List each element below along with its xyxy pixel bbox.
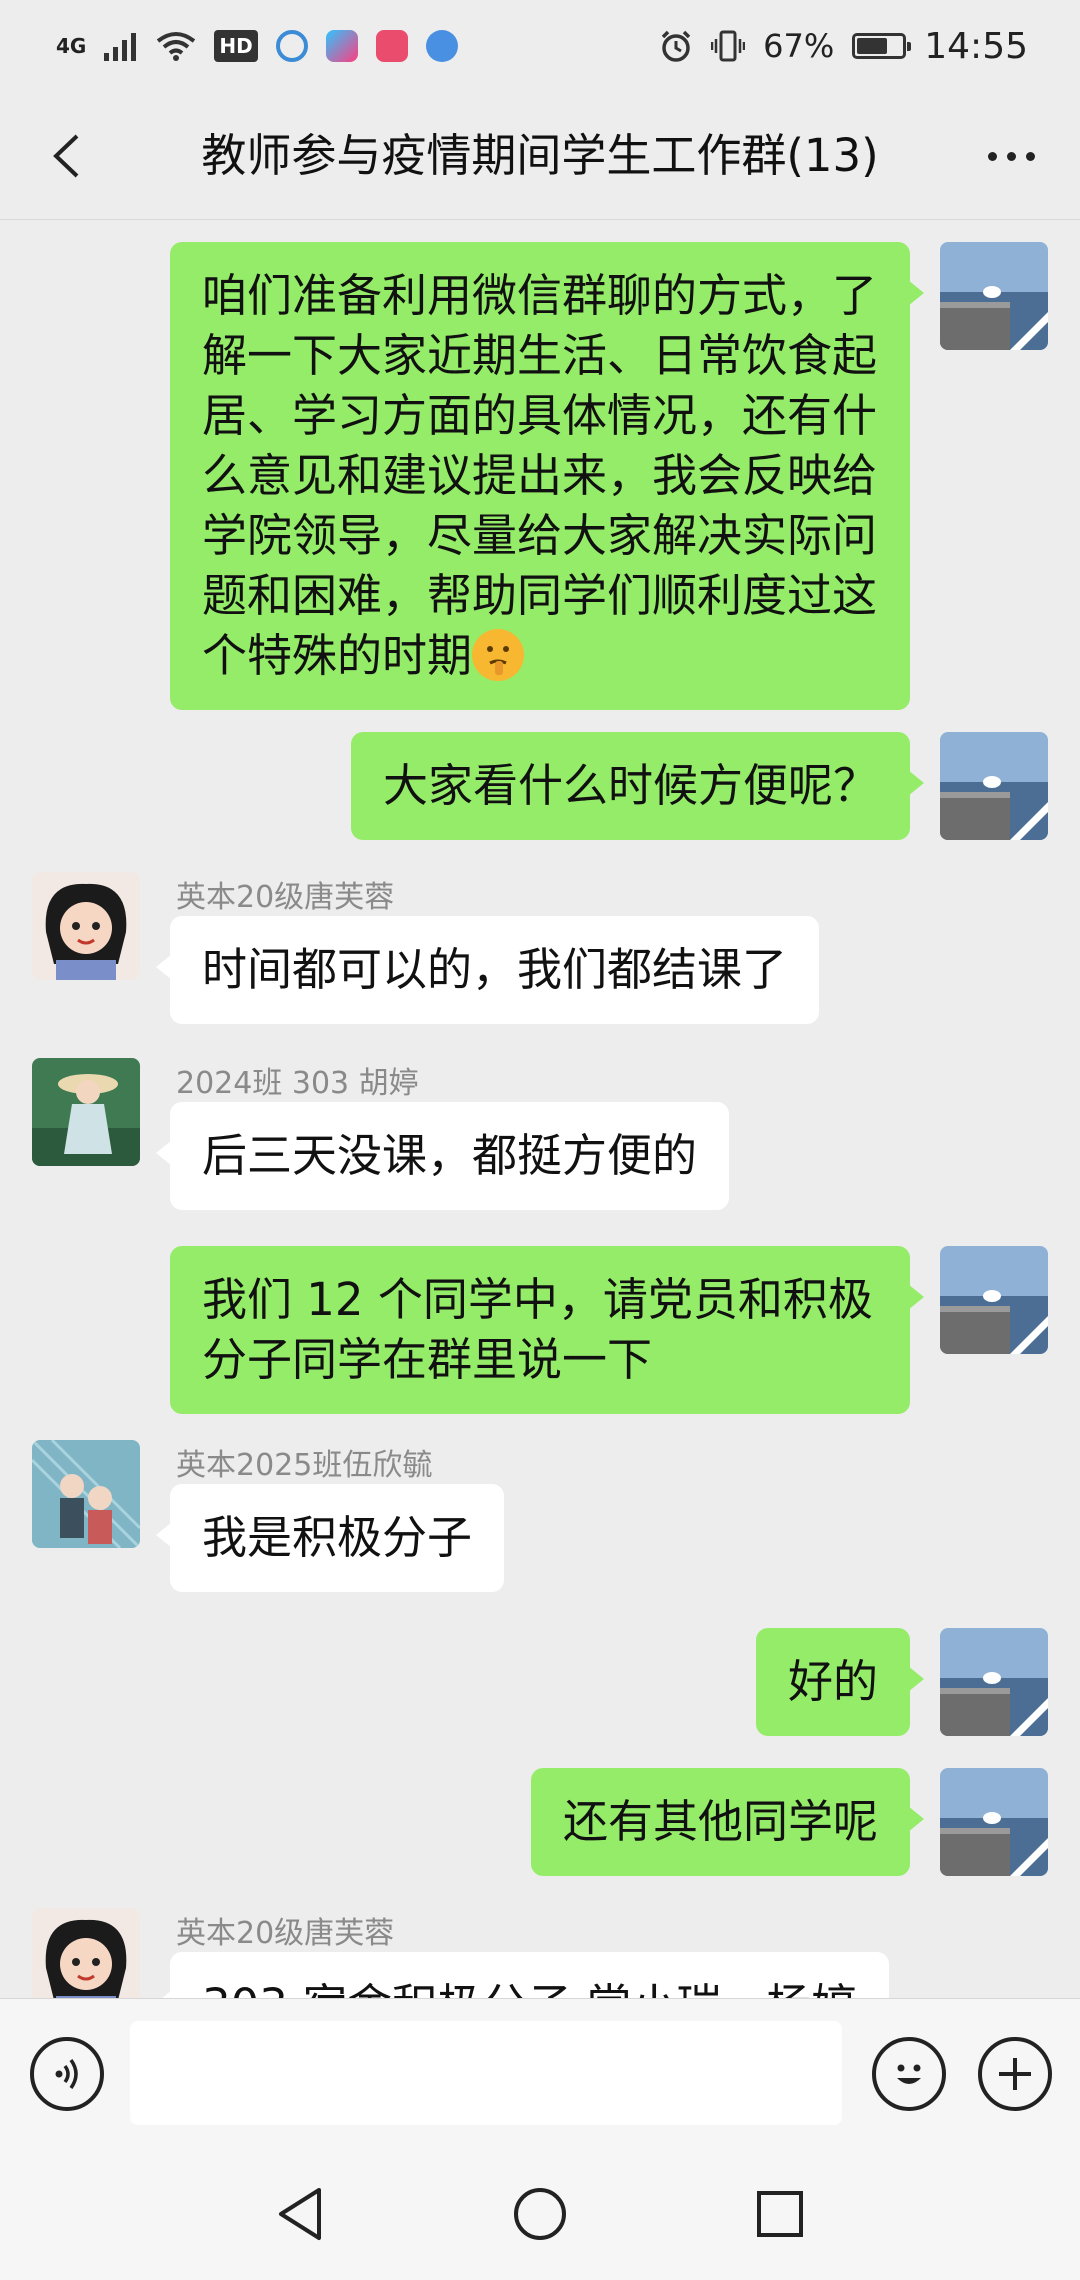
- network-type: 4G: [56, 34, 87, 58]
- battery-percent: 67%: [763, 27, 835, 65]
- more-horizontal-icon: [987, 151, 997, 161]
- nav-back-button[interactable]: [268, 2182, 332, 2246]
- message-bubble[interactable]: 时间都可以的，我们都结课了: [155, 916, 820, 1024]
- message-text: 还有其他同学呢: [562, 1795, 878, 1848]
- message-text: 我是积极分子: [202, 1511, 473, 1564]
- sender-name: 2024班 303 胡婷: [176, 1066, 419, 1101]
- message-text: 大家看什么时候方便呢？: [382, 759, 878, 812]
- chevron-left-icon: [53, 134, 79, 178]
- message-bubble[interactable]: 后三天没课，都挺方便的: [155, 1102, 730, 1210]
- title-bar: 教师参与疫情期间学生工作群(13): [0, 92, 1080, 220]
- message-text: 我们 12 个同学中，请党员和积极分子同学在群里说一下: [202, 1273, 873, 1386]
- system-nav-bar: [0, 2148, 1080, 2280]
- sender-name: 英本2025班伍欣毓: [176, 1448, 433, 1483]
- message-text: 咱们准备利用微信群聊的方式，了解一下大家近期生活、日常饮食起居、学习方面的具体情…: [202, 269, 878, 682]
- sender-avatar[interactable]: [32, 1058, 140, 1166]
- sender-avatar[interactable]: [32, 1440, 140, 1548]
- alarm-icon: [661, 30, 691, 62]
- status-bar: 4G HD 67% 14:55: [0, 0, 1080, 92]
- plus-icon: [999, 2058, 1031, 2090]
- message-bubble[interactable]: 我是积极分子: [155, 1484, 505, 1592]
- message-text: 303 宿舍积极分子 常小瑞、杨婷: [202, 1979, 857, 1998]
- input-bar: [0, 1998, 1080, 2148]
- battery-icon: [852, 33, 912, 59]
- my-avatar[interactable]: [940, 1768, 1048, 1876]
- message-bubble[interactable]: 303 宿舍积极分子 常小瑞、杨婷: [156, 1952, 889, 1998]
- nav-recent-button[interactable]: [748, 2182, 812, 2246]
- square-recent-icon: [757, 2191, 803, 2237]
- message-list[interactable]: 咱们准备利用微信群聊的方式，了解一下大家近期生活、日常饮食起居、学习方面的具体情…: [0, 220, 1080, 1998]
- message-text: 后三天没课，都挺方便的: [202, 1129, 698, 1182]
- message-bubble[interactable]: 我们 12 个同学中，请党员和积极分子同学在群里说一下: [170, 1246, 924, 1414]
- signal-icon: [104, 33, 137, 61]
- message-bubble[interactable]: 大家看什么时候方便呢？: [350, 732, 925, 840]
- battery-fill: [857, 38, 887, 54]
- sender-name: 英本20级唐芙蓉: [176, 1916, 395, 1951]
- my-avatar[interactable]: [940, 242, 1048, 350]
- status-bar-right: 67% 14:55: [659, 26, 1028, 67]
- message-bubble[interactable]: 咱们准备利用微信群聊的方式，了解一下大家近期生活、日常饮食起居、学习方面的具体情…: [170, 242, 924, 710]
- emoji-button[interactable]: [872, 2037, 946, 2111]
- my-avatar[interactable]: [940, 1246, 1048, 1354]
- voice-button[interactable]: [30, 2037, 104, 2111]
- message-input[interactable]: [130, 2021, 842, 2125]
- message-bubble[interactable]: 还有其他同学呢: [530, 1768, 925, 1876]
- sender-avatar[interactable]: [32, 872, 140, 980]
- smiley-icon: [897, 2064, 921, 2084]
- voice-icon: [55, 2058, 78, 2090]
- sender-avatar[interactable]: [32, 1908, 140, 1998]
- triangle-back-icon: [279, 2188, 321, 2240]
- hd-badge: HD: [214, 30, 258, 62]
- wifi-icon: [157, 32, 196, 61]
- message-text: 时间都可以的，我们都结课了: [202, 943, 788, 996]
- more-functions-button[interactable]: [978, 2037, 1052, 2111]
- message-text: 好的: [787, 1655, 878, 1708]
- nav-home-button[interactable]: [508, 2182, 572, 2246]
- circle-home-icon: [514, 2188, 566, 2240]
- more-button[interactable]: [966, 118, 1056, 194]
- clock: 14:55: [924, 25, 1028, 67]
- back-button[interactable]: [28, 118, 104, 194]
- my-avatar[interactable]: [940, 732, 1048, 840]
- shushing-face-emoji: [472, 629, 525, 681]
- app-square-icon: [375, 30, 408, 62]
- browser-app-icon: [425, 30, 458, 62]
- my-avatar[interactable]: [940, 1628, 1048, 1736]
- chat-title: 教师参与疫情期间学生工作群(13): [201, 129, 879, 182]
- status-bar-left: 4G HD: [56, 30, 458, 62]
- app-notification-icon: [275, 30, 308, 62]
- sender-name: 英本20级唐芙蓉: [176, 880, 395, 915]
- vibrate-icon: [711, 30, 746, 62]
- youku-app-icon: [325, 30, 358, 62]
- message-bubble[interactable]: 好的: [755, 1628, 925, 1736]
